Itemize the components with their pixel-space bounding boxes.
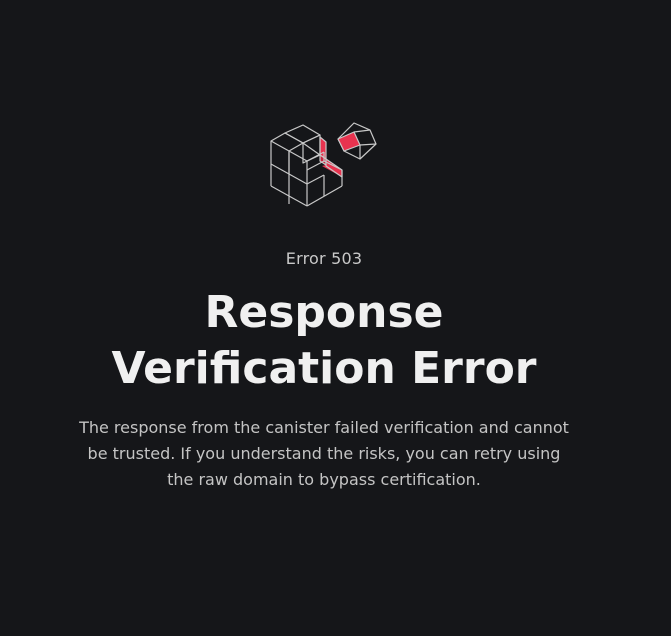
stacked-cubes-icon	[270, 122, 377, 207]
page-title: Response Verification Error	[111, 287, 537, 394]
error-description: The response from the canister failed ve…	[79, 418, 569, 489]
error-code-label: Error 503	[285, 249, 363, 268]
error-page: Error 503 Response Verification Error Th…	[0, 0, 671, 636]
